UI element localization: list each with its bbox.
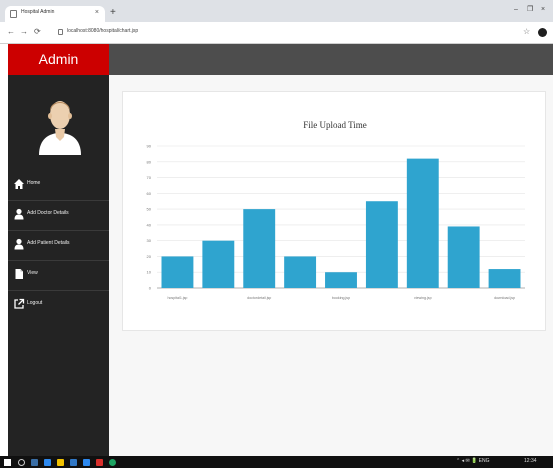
- sidebar-item-view[interactable]: View: [8, 261, 109, 291]
- y-tick-label: 90: [147, 144, 152, 149]
- y-tick-label: 50: [147, 207, 152, 212]
- browser-icon[interactable]: [109, 459, 116, 466]
- sidebar-item-add-patient[interactable]: Add Patient Details: [8, 231, 109, 261]
- browser-tab-strip: Hospital Admin × + – ❐ ×: [0, 0, 553, 22]
- folder-icon[interactable]: [57, 459, 64, 466]
- y-tick-label: 60: [147, 191, 152, 196]
- sidebar-item-label: Home: [27, 180, 41, 186]
- y-tick-label: 10: [147, 270, 152, 275]
- user-icon: [14, 208, 24, 220]
- y-tick-label: 20: [147, 254, 152, 259]
- bar[interactable]: [447, 226, 480, 288]
- screen: Hospital Admin × + – ❐ × ← → ⟳ localhost…: [0, 0, 553, 468]
- sidebar: Home Add Doctor Details Add Patient Deta…: [8, 75, 109, 456]
- x-tick-label: download.jsp: [494, 296, 515, 300]
- browser-toolbar: ← → ⟳ localhost:8080/hospital/chart.jsp …: [0, 22, 553, 44]
- sidebar-item-logout[interactable]: Logout: [8, 291, 109, 321]
- sidebar-item-label: View: [27, 270, 38, 276]
- x-tick-label: hospital1.jsp: [167, 296, 187, 300]
- reload-icon[interactable]: ⟳: [34, 27, 41, 37]
- tab-title: Hospital Admin: [21, 9, 55, 15]
- external-link-icon: [14, 298, 25, 309]
- x-tick-label: viewing.jsp: [414, 296, 432, 300]
- sidebar-item-label: Logout: [27, 300, 43, 306]
- bar[interactable]: [406, 158, 439, 288]
- y-tick-label: 70: [147, 175, 152, 180]
- address-bar[interactable]: localhost:8080/hospital/chart.jsp: [58, 26, 518, 40]
- start-icon[interactable]: [4, 459, 11, 466]
- x-tick-label: booking.jsp: [332, 296, 350, 300]
- chart-title: File Upload Time: [303, 120, 367, 130]
- restore-icon[interactable]: ❐: [527, 5, 533, 15]
- chart-bars: [161, 158, 521, 288]
- profile-avatar[interactable]: [538, 28, 547, 37]
- sidebar-item-label: Add Doctor Details: [27, 210, 69, 216]
- sidebar-item-label: Add Patient Details: [27, 240, 70, 246]
- file-icon: [15, 269, 23, 279]
- system-tray[interactable]: ⌃ ◂ ✉ 🔋 ENG: [456, 458, 490, 464]
- bar[interactable]: [365, 201, 398, 288]
- bar[interactable]: [284, 256, 317, 288]
- store-icon[interactable]: [70, 459, 77, 466]
- bookmark-star-icon[interactable]: ☆: [523, 27, 530, 37]
- user-icon: [14, 238, 24, 250]
- bar[interactable]: [488, 269, 521, 288]
- bar-chart: File Upload Time 0 10 20 30 40 50 60 70 80 90 hos…: [147, 120, 525, 300]
- main-content: File Upload Time 0 10 20 30 40 50 60 70 80 90 hos…: [109, 75, 553, 456]
- clock[interactable]: 12:34: [524, 458, 537, 464]
- top-navbar: [109, 44, 553, 75]
- taskbar: ⌃ ◂ ✉ 🔋 ENG 12:34: [0, 456, 553, 468]
- bar[interactable]: [161, 256, 194, 288]
- x-axis: hospital1.jsp doctordetail.jsp booking.jsp…: [167, 296, 515, 300]
- url-text: localhost:8080/hospital/chart.jsp: [67, 28, 139, 34]
- site-info-icon[interactable]: [58, 29, 63, 35]
- task-view-icon[interactable]: [31, 459, 38, 466]
- bar[interactable]: [325, 272, 357, 288]
- back-icon[interactable]: ←: [7, 27, 15, 37]
- y-tick-label: 0: [149, 286, 152, 291]
- y-axis: 0 10 20 30 40 50 60 70 80 90: [147, 144, 152, 291]
- sidebar-item-home[interactable]: Home: [8, 171, 109, 201]
- app-icon[interactable]: [83, 459, 90, 466]
- forward-icon[interactable]: →: [20, 27, 28, 37]
- x-tick-label: doctordetail.jsp: [247, 296, 271, 300]
- new-tab-icon[interactable]: +: [110, 8, 116, 18]
- home-icon: [14, 179, 24, 189]
- brand-title: Admin: [8, 44, 109, 75]
- avatar: [39, 101, 81, 155]
- bar[interactable]: [243, 209, 276, 288]
- edge-icon[interactable]: [44, 459, 51, 466]
- close-window-icon[interactable]: ×: [541, 5, 545, 15]
- sidebar-item-add-doctor[interactable]: Add Doctor Details: [8, 201, 109, 231]
- bar[interactable]: [202, 240, 235, 288]
- y-tick-label: 40: [147, 222, 152, 227]
- y-tick-label: 30: [147, 238, 152, 243]
- tab-close-icon[interactable]: ×: [95, 8, 99, 18]
- browser-tab[interactable]: Hospital Admin ×: [5, 6, 105, 22]
- chart-panel: File Upload Time 0 10 20 30 40 50 60 70 80 90 hos…: [122, 91, 546, 331]
- search-icon[interactable]: [18, 459, 25, 466]
- minimize-icon[interactable]: –: [514, 5, 518, 15]
- app-icon[interactable]: [96, 459, 103, 466]
- y-tick-label: 80: [147, 159, 152, 164]
- page-icon: [10, 10, 17, 18]
